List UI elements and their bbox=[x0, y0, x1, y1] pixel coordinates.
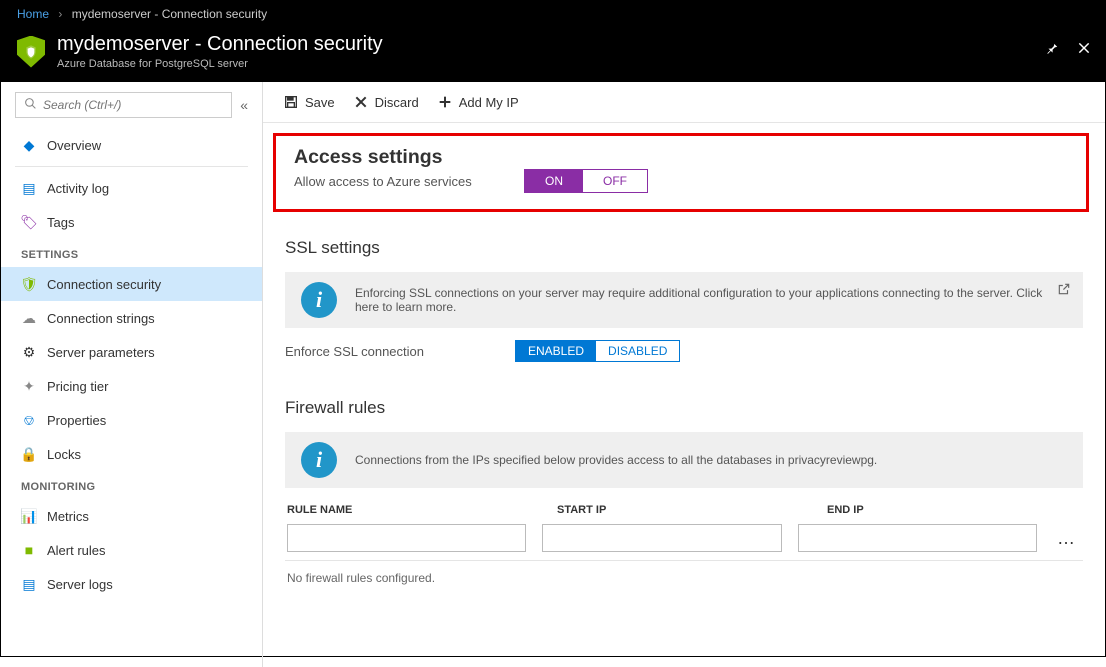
page-title: mydemoserver - Connection security bbox=[57, 33, 383, 56]
start-ip-input[interactable] bbox=[542, 524, 781, 552]
page-header: mydemoserver - Connection security Azure… bbox=[1, 27, 1105, 82]
nav-label: Properties bbox=[47, 413, 106, 428]
sidebar: « ◆ Overview ▤ Activity log 🏷 Tags SETTI… bbox=[1, 82, 263, 667]
toolbar: Save Discard Add My IP bbox=[263, 82, 1105, 123]
nav-overview[interactable]: ◆ Overview bbox=[1, 128, 262, 162]
nav-label: Connection strings bbox=[47, 311, 155, 326]
info-icon: i bbox=[301, 282, 337, 318]
nav-pricing-tier[interactable]: ✦ Pricing tier bbox=[1, 369, 262, 403]
nav-label: Server logs bbox=[47, 577, 113, 592]
page-subtitle: Azure Database for PostgreSQL server bbox=[57, 58, 383, 70]
nav-label: Overview bbox=[47, 138, 101, 153]
access-settings-highlight: Access settings Allow access to Azure se… bbox=[273, 133, 1089, 212]
toggle-enabled[interactable]: ENABLED bbox=[516, 341, 596, 361]
external-link-icon[interactable] bbox=[1057, 282, 1071, 299]
col-start-ip: START IP bbox=[557, 504, 811, 516]
toggle-off[interactable]: OFF bbox=[583, 170, 647, 192]
firewall-table-header: RULE NAME START IP END IP bbox=[285, 504, 1083, 516]
addip-label: Add My IP bbox=[459, 95, 519, 110]
collapse-sidebar-icon[interactable]: « bbox=[240, 97, 248, 113]
nav-server-parameters[interactable]: ⚙ Server parameters bbox=[1, 335, 262, 369]
ssl-title: SSL settings bbox=[285, 238, 1083, 258]
col-rule-name: RULE NAME bbox=[287, 504, 541, 516]
add-my-ip-button[interactable]: Add My IP bbox=[437, 94, 519, 110]
row-actions-icon[interactable]: … bbox=[1053, 528, 1081, 549]
lock-icon: 🔒 bbox=[21, 446, 37, 462]
allow-access-label: Allow access to Azure services bbox=[294, 174, 494, 189]
firewall-title: Firewall rules bbox=[285, 398, 1083, 418]
alert-icon: ■ bbox=[21, 542, 37, 558]
firewall-new-row: … bbox=[285, 516, 1083, 560]
nav-label: Connection security bbox=[47, 277, 161, 292]
nav-alert-rules[interactable]: ■ Alert rules bbox=[1, 533, 262, 567]
tags-icon: 🏷 bbox=[21, 214, 37, 230]
discard-label: Discard bbox=[375, 95, 419, 110]
shield-icon bbox=[17, 36, 45, 68]
save-label: Save bbox=[305, 95, 335, 110]
search-icon bbox=[24, 97, 37, 113]
access-settings-title: Access settings bbox=[294, 146, 1068, 169]
gear-icon: ⚙ bbox=[21, 344, 37, 360]
connection-strings-icon: ☁ bbox=[21, 310, 37, 326]
search-input[interactable] bbox=[43, 98, 223, 112]
activity-log-icon: ▤ bbox=[21, 180, 37, 196]
search-box[interactable] bbox=[15, 92, 232, 118]
allow-access-toggle[interactable]: ON OFF bbox=[524, 169, 648, 193]
nav-connection-strings[interactable]: ☁ Connection strings bbox=[1, 301, 262, 335]
nav-locks[interactable]: 🔒 Locks bbox=[1, 437, 262, 471]
nav-label: Tags bbox=[47, 215, 74, 230]
shield-small-icon: 🛡 bbox=[21, 276, 37, 292]
overview-icon: ◆ bbox=[21, 137, 37, 153]
nav-metrics[interactable]: 📊 Metrics bbox=[1, 499, 262, 533]
nav-label: Locks bbox=[47, 447, 81, 462]
nav-label: Pricing tier bbox=[47, 379, 108, 394]
main-content: Save Discard Add My IP Access settings A… bbox=[263, 82, 1105, 667]
save-button[interactable]: Save bbox=[283, 94, 335, 110]
nav-label: Metrics bbox=[47, 509, 89, 524]
firewall-section: Firewall rules bbox=[263, 370, 1105, 432]
monitoring-group-label: MONITORING bbox=[1, 471, 262, 499]
firewall-info-box: i Connections from the IPs specified bel… bbox=[285, 432, 1083, 488]
ssl-section: SSL settings bbox=[263, 222, 1105, 272]
firewall-empty: No firewall rules configured. bbox=[285, 560, 1083, 595]
breadcrumb-separator: › bbox=[58, 7, 62, 21]
pin-icon[interactable] bbox=[1045, 41, 1059, 58]
logs-icon: ▤ bbox=[21, 576, 37, 592]
col-end-ip: END IP bbox=[827, 504, 1081, 516]
rule-name-input[interactable] bbox=[287, 524, 526, 552]
firewall-info-text: Connections from the IPs specified below… bbox=[355, 453, 877, 467]
breadcrumb-current: mydemoserver - Connection security bbox=[72, 7, 267, 21]
breadcrumb-home[interactable]: Home bbox=[17, 7, 49, 21]
nav-label: Activity log bbox=[47, 181, 109, 196]
close-icon[interactable] bbox=[1077, 41, 1091, 58]
nav-label: Server parameters bbox=[47, 345, 155, 360]
enforce-ssl-label: Enforce SSL connection bbox=[285, 344, 485, 359]
info-icon: i bbox=[301, 442, 337, 478]
toggle-disabled[interactable]: DISABLED bbox=[596, 341, 679, 361]
properties-icon: ⎊ bbox=[21, 412, 37, 428]
ssl-info-box: i Enforcing SSL connections on your serv… bbox=[285, 272, 1083, 328]
metrics-icon: 📊 bbox=[21, 508, 37, 524]
enforce-ssl-toggle[interactable]: ENABLED DISABLED bbox=[515, 340, 680, 362]
discard-button[interactable]: Discard bbox=[353, 94, 419, 110]
nav-connection-security[interactable]: 🛡 Connection security bbox=[1, 267, 262, 301]
nav-label: Alert rules bbox=[47, 543, 106, 558]
end-ip-input[interactable] bbox=[798, 524, 1037, 552]
settings-group-label: SETTINGS bbox=[1, 239, 262, 267]
nav-activity-log[interactable]: ▤ Activity log bbox=[1, 171, 262, 205]
pricing-icon: ✦ bbox=[21, 378, 37, 394]
ssl-info-text: Enforcing SSL connections on your server… bbox=[355, 286, 1067, 314]
nav-properties[interactable]: ⎊ Properties bbox=[1, 403, 262, 437]
toggle-on[interactable]: ON bbox=[525, 170, 583, 192]
breadcrumb: Home › mydemoserver - Connection securit… bbox=[1, 1, 1105, 27]
nav-server-logs[interactable]: ▤ Server logs bbox=[1, 567, 262, 601]
nav-tags[interactable]: 🏷 Tags bbox=[1, 205, 262, 239]
